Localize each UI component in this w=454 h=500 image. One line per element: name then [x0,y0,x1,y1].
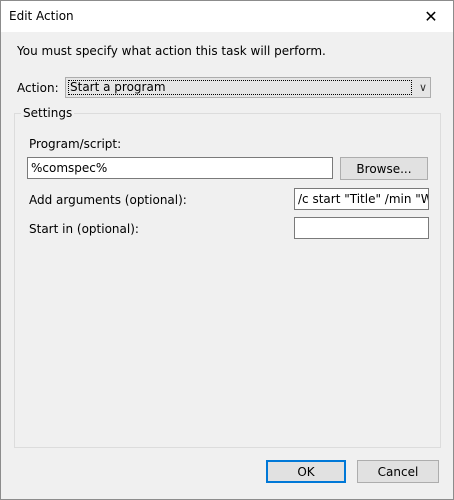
window-title: Edit Action [9,9,74,23]
action-select[interactable]: Start a program ∨ [65,77,431,98]
settings-group-label: Settings [21,106,75,120]
title-bar: Edit Action ✕ [1,1,453,32]
close-icon[interactable]: ✕ [409,1,453,32]
start-in-input[interactable] [294,217,429,239]
chevron-down-icon: ∨ [418,81,427,94]
browse-button[interactable]: Browse... [340,157,428,180]
program-script-label: Program/script: [29,137,122,151]
cancel-button[interactable]: Cancel [357,460,439,483]
action-select-value: Start a program [68,80,412,95]
edit-action-dialog: Edit Action ✕ You must specify what acti… [0,0,454,500]
add-arguments-label: Add arguments (optional): [29,193,187,207]
program-script-input[interactable]: %comspec% [27,157,333,179]
start-in-label: Start in (optional): [29,222,139,236]
add-arguments-input[interactable]: /c start "Title" /min "W:\ [294,188,429,210]
action-label: Action: [17,81,59,95]
ok-button[interactable]: OK [266,460,346,483]
intro-text: You must specify what action this task w… [17,44,326,58]
